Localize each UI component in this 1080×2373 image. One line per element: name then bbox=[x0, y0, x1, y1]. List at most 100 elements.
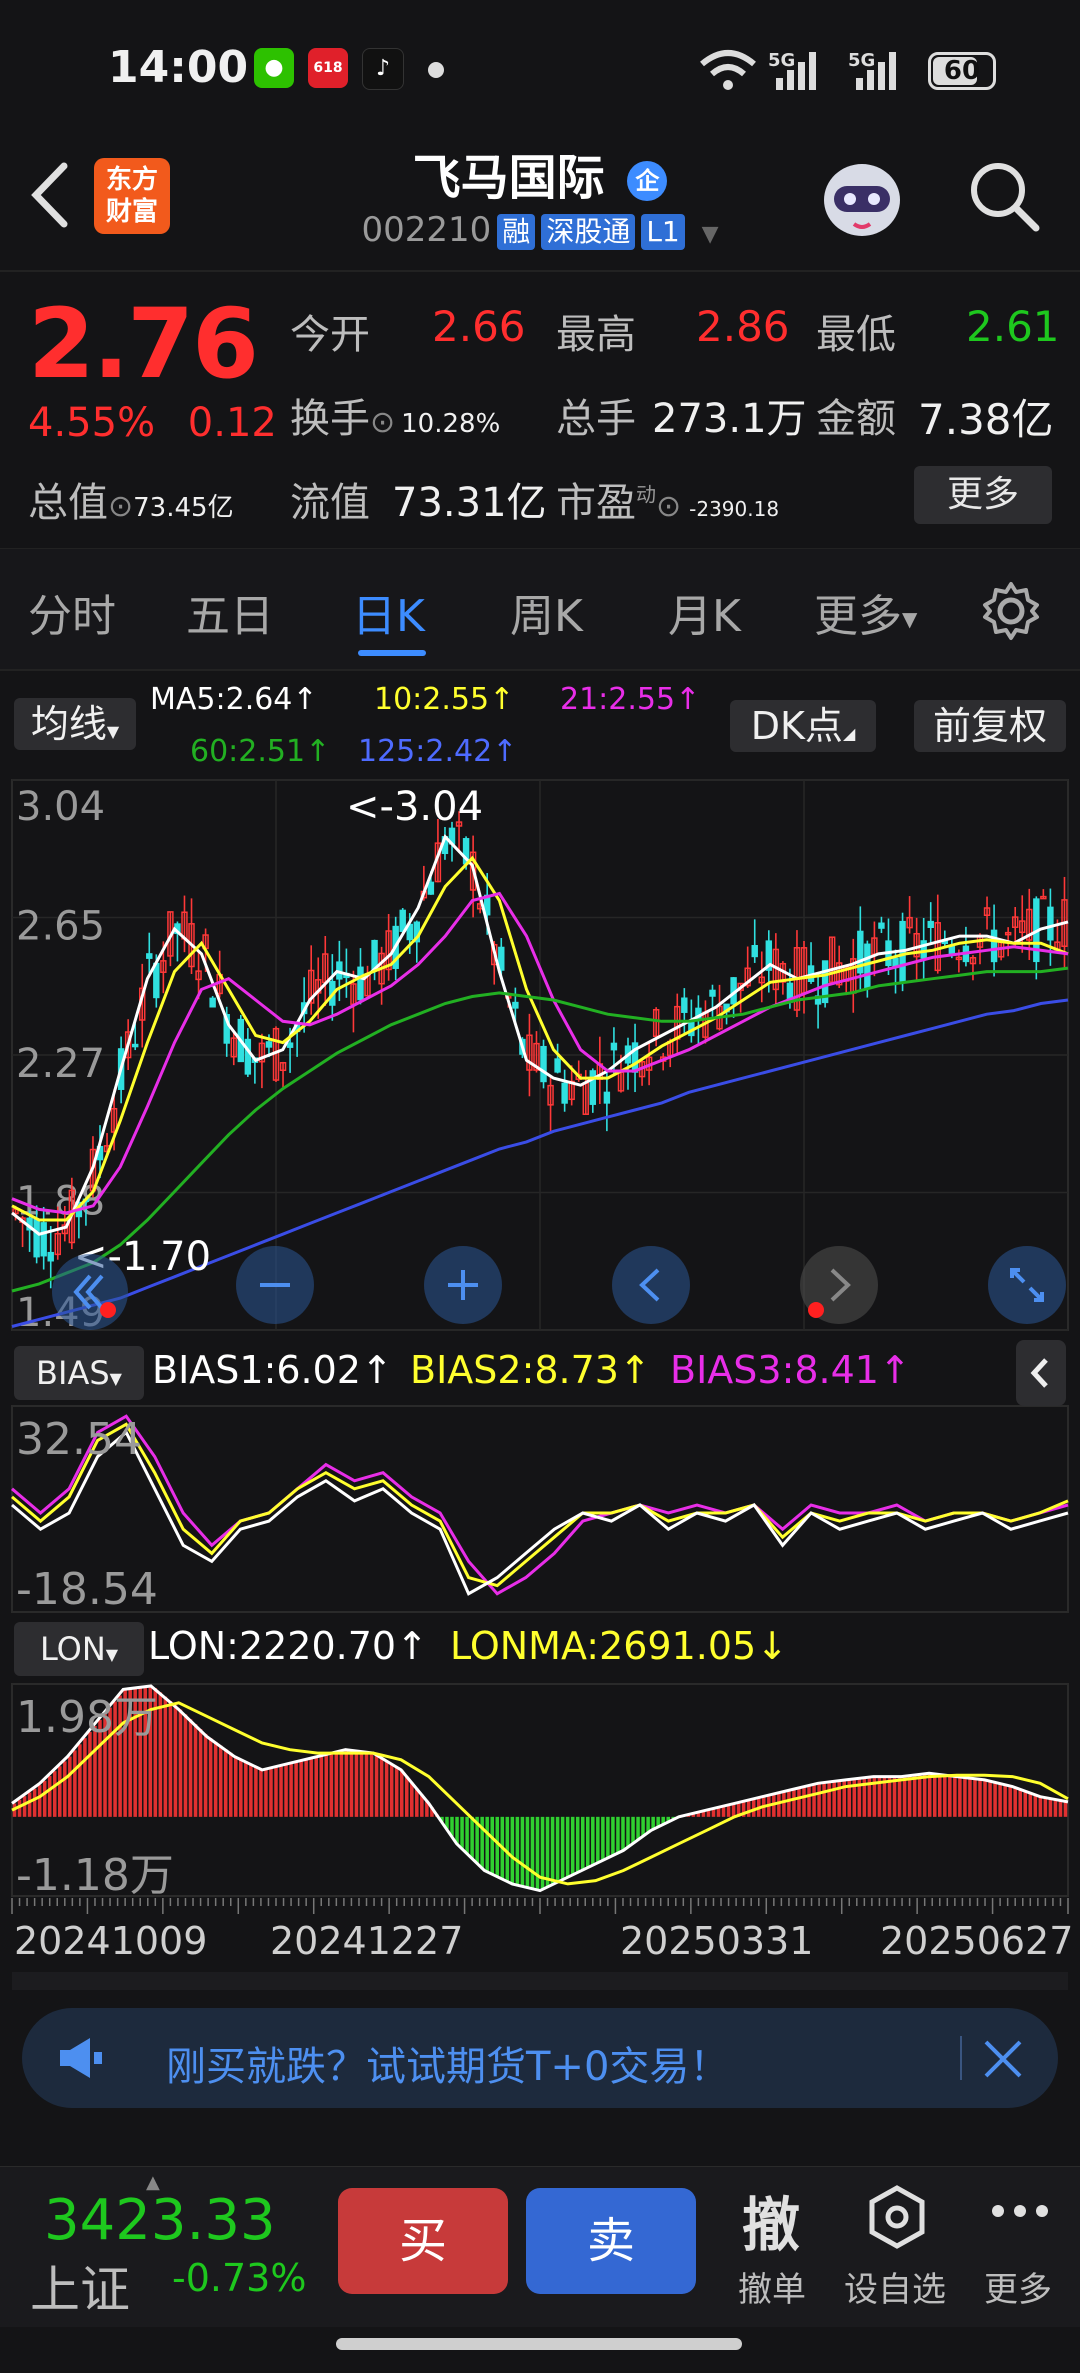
index-name: 上证 bbox=[30, 2261, 130, 2319]
ma-selector[interactable]: 均线▼ bbox=[14, 698, 136, 750]
pe-row[interactable]: 市盈动⊙ -2390.18 bbox=[556, 470, 779, 528]
corner-caret-icon: ◢ bbox=[842, 724, 856, 743]
gear-icon[interactable] bbox=[980, 580, 1042, 642]
tag-level1: L1 bbox=[641, 214, 685, 250]
tab-daily-k[interactable]: 日K bbox=[352, 580, 425, 644]
tab-monthly-k[interactable]: 月K bbox=[668, 580, 741, 644]
more-actions-label[interactable]: 更多 bbox=[984, 2262, 1052, 2311]
volume-value: 273.1万 bbox=[652, 396, 807, 442]
low-label: 最低 bbox=[816, 312, 896, 358]
last-price: 2.76 bbox=[28, 288, 259, 400]
status-time: 14:00 bbox=[108, 42, 249, 93]
status-bar: 14:00 ● 618 ♪ 5G 5G 60 bbox=[0, 0, 1080, 130]
bias-selector[interactable]: BIAS▼ bbox=[14, 1346, 144, 1400]
dk-marker-dot bbox=[808, 1302, 824, 1318]
date-axis-label: 20250331 bbox=[620, 1919, 813, 1963]
market-cap-label: 总值 bbox=[28, 480, 108, 526]
scroll-left-fast-button[interactable] bbox=[52, 1254, 128, 1330]
candle-down bbox=[751, 945, 758, 958]
candle-down bbox=[286, 1042, 294, 1048]
megaphone-icon bbox=[60, 2038, 102, 2078]
battery-icon: 60 bbox=[928, 52, 996, 90]
bias-line-BIAS2 bbox=[11, 1422, 1069, 1588]
zoom-in-button[interactable] bbox=[424, 1246, 502, 1324]
legend-ma21: 21:2.55↑ bbox=[560, 682, 701, 717]
add-watchlist-label[interactable]: 设自选 bbox=[844, 2262, 946, 2311]
forward-adjust-button[interactable]: 前复权 bbox=[914, 700, 1066, 752]
lon-y-tick: 1.98万 bbox=[16, 1692, 158, 1743]
candle-down bbox=[131, 1043, 139, 1048]
info-circle-icon: ⊙ bbox=[370, 405, 396, 440]
turnover-label: 换手 bbox=[290, 396, 370, 442]
active-tab-underline bbox=[358, 650, 426, 656]
candle-down bbox=[920, 940, 927, 959]
dk-point-button[interactable]: DK点◢ bbox=[730, 700, 876, 752]
lon-selector[interactable]: LON▼ bbox=[14, 1622, 144, 1676]
lon-panel: 1.98万 -1.18万 20241009 20241227 20250331 20250… bbox=[11, 1683, 1073, 1990]
robot-assistant-icon[interactable] bbox=[814, 150, 910, 246]
info-circle-icon: ⊙ bbox=[656, 489, 682, 524]
wechat-icon: ● bbox=[254, 48, 294, 88]
candle-down bbox=[265, 1041, 273, 1048]
price-change-row: 4.55% 0.12 bbox=[28, 400, 277, 446]
tab-weekly-k[interactable]: 周K bbox=[510, 580, 583, 644]
buy-button[interactable]: 买 bbox=[338, 2188, 508, 2294]
promo-banner-text: 刚买就跌？试试期货T+0交易！ bbox=[166, 2044, 730, 2090]
candle-down bbox=[878, 922, 885, 929]
index-change-percent: -0.73% bbox=[172, 2256, 307, 2300]
open-label: 今开 bbox=[290, 312, 370, 358]
more-dots-icon[interactable] bbox=[990, 2196, 1050, 2226]
high-label: 最高 bbox=[556, 312, 636, 358]
candle-down bbox=[864, 943, 871, 990]
fullscreen-button[interactable] bbox=[988, 1246, 1066, 1324]
stock-code: 002210 bbox=[361, 210, 492, 250]
candle-down bbox=[427, 881, 435, 895]
candle-down bbox=[399, 909, 406, 932]
index-value[interactable]: 3423.33 bbox=[44, 2188, 276, 2253]
lon-selector-label: LON bbox=[39, 1630, 106, 1668]
candle-down bbox=[244, 1038, 252, 1075]
candle-down bbox=[357, 966, 364, 1001]
zoom-out-button[interactable] bbox=[236, 1246, 314, 1324]
legend-ma10: 10:2.55↑ bbox=[374, 682, 515, 717]
legend-ma125: 125:2.42↑ bbox=[358, 734, 518, 769]
legend-bias2: BIAS2:8.73↑ bbox=[410, 1348, 651, 1392]
search-icon[interactable] bbox=[966, 158, 1042, 234]
float-cap-value: 73.31亿 bbox=[392, 480, 547, 526]
dk-marker-dot bbox=[100, 1302, 116, 1318]
sell-button[interactable]: 卖 bbox=[526, 2188, 696, 2294]
market-cap-row[interactable]: 总值⊙73.45亿 bbox=[28, 470, 234, 528]
quote-more-button[interactable]: 更多 bbox=[914, 466, 1052, 524]
stock-code-row[interactable]: 002210 融深股通 L1 ▼ bbox=[0, 210, 1080, 250]
legend-lonma: LONMA:2691.05↓ bbox=[450, 1624, 789, 1668]
revoke-order-label[interactable]: 撤单 bbox=[738, 2262, 806, 2311]
close-icon[interactable] bbox=[978, 2034, 1028, 2084]
tab-five-day[interactable]: 五日 bbox=[186, 580, 274, 644]
legend-bias3: BIAS3:8.41↑ bbox=[670, 1348, 911, 1392]
candle-down bbox=[209, 997, 216, 1008]
bias-selector-label: BIAS bbox=[36, 1354, 110, 1392]
scroll-left-button[interactable] bbox=[612, 1246, 690, 1324]
revoke-order-icon[interactable]: 撤 bbox=[742, 2178, 800, 2262]
notification-dot bbox=[428, 62, 444, 78]
kline-y-tick: 2.27 bbox=[16, 1041, 105, 1087]
info-circle-icon: ⊙ bbox=[108, 489, 134, 524]
candle-down bbox=[153, 962, 160, 999]
ma-selector-label: 均线 bbox=[30, 702, 107, 746]
candle-down bbox=[512, 1001, 519, 1009]
turnover-row[interactable]: 换手⊙ 10.28% bbox=[290, 386, 500, 444]
candle-down bbox=[603, 1091, 611, 1104]
minus-icon bbox=[260, 1283, 290, 1287]
hexagon-watchlist-icon[interactable] bbox=[866, 2184, 928, 2250]
bias-y-tick: 32.54 bbox=[16, 1414, 142, 1465]
tiktok-icon: ♪ bbox=[362, 48, 404, 90]
pe-dynamic-mark: 动 bbox=[636, 482, 656, 507]
stock-title: 飞马国际 企 bbox=[0, 138, 1080, 208]
tab-more[interactable]: 更多▼ bbox=[814, 580, 917, 644]
collapse-panel-button[interactable] bbox=[1016, 1340, 1066, 1406]
candle-down bbox=[990, 929, 998, 963]
plus-icon bbox=[448, 1270, 478, 1300]
pe-label: 市盈 bbox=[556, 480, 636, 526]
bias-y-tick: -18.54 bbox=[16, 1564, 158, 1615]
tab-intraday[interactable]: 分时 bbox=[28, 580, 116, 644]
